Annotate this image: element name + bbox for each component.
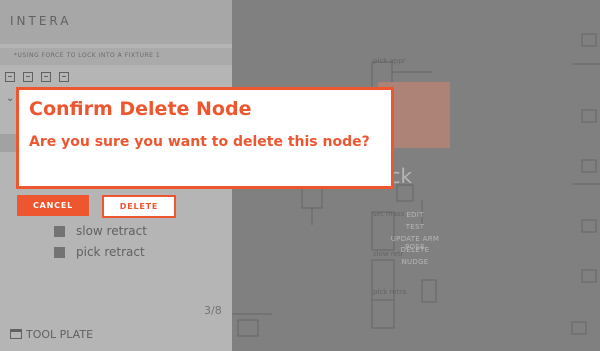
confirm-delete-dialog: Confirm Delete Node Are you sure you wan… (16, 87, 394, 189)
cancel-button[interactable]: CANCEL (17, 195, 89, 216)
dialog-message: Are you sure you want to delete this nod… (29, 134, 370, 150)
delete-button[interactable]: DELETE (102, 195, 176, 218)
dialog-title: Confirm Delete Node (29, 98, 252, 120)
